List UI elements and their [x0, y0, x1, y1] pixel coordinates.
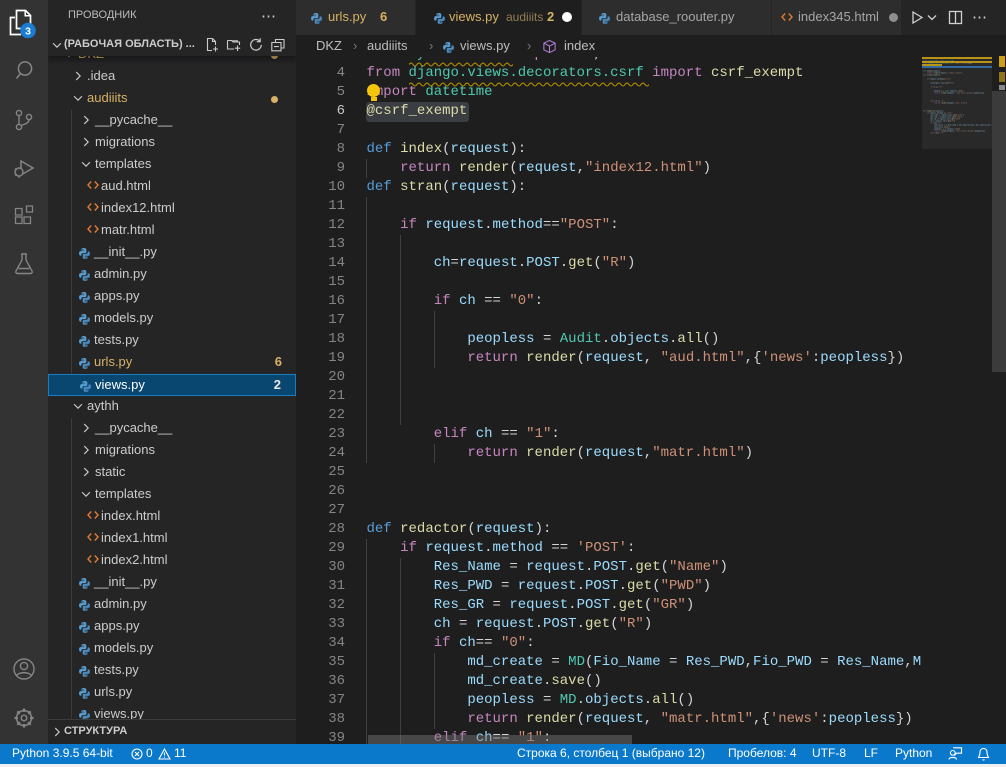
- svg-text:3: 3: [25, 25, 31, 37]
